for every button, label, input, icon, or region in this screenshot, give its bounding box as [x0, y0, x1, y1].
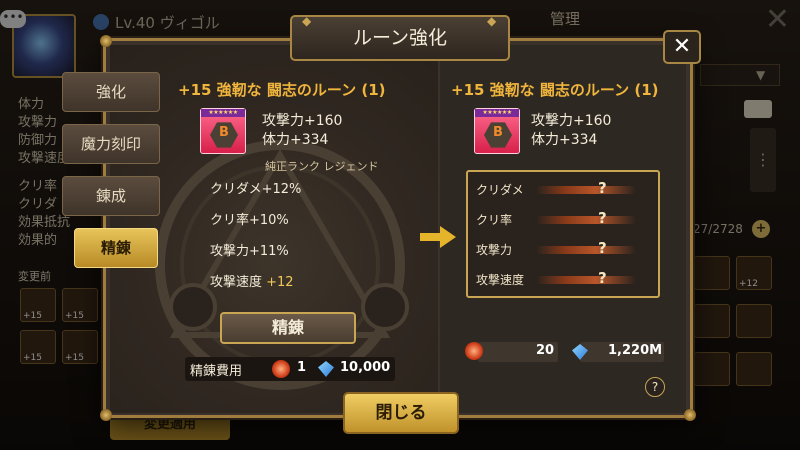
current-rune-title: +15 強靭な 闘志のルーン (1) [178, 81, 386, 99]
result-rune-title: +15 強靭な 闘志のルーン (1) [451, 81, 659, 99]
cost-crystals: 10,000 [340, 360, 391, 375]
diamond-icon: ◆ [487, 14, 497, 28]
unknown-substat-row: クリダメ ? [476, 179, 652, 200]
sub-stat: 攻撃速度 +12 [210, 275, 294, 290]
corner-ornament [100, 35, 112, 47]
close-button[interactable]: 閉じる [343, 392, 459, 434]
star-rating-icon: ★★★★★★ [201, 109, 245, 117]
grindstone-icon [465, 342, 483, 360]
result-main-stat-secondary: 体力+334 [531, 132, 598, 148]
rune-icon: ★★★★★★ [200, 108, 246, 154]
corner-ornament [684, 409, 696, 421]
unknown-substat-row: 攻撃速度 ? [476, 269, 652, 290]
tab-refine[interactable]: 精錬 [74, 228, 158, 268]
owned-stones: 20 [536, 343, 555, 358]
grindstone-icon [272, 360, 290, 378]
arrow-right-icon [420, 226, 456, 248]
unknown-substat-row: クリ率 ? [476, 209, 652, 230]
star-rating-icon: ★★★★★★ [475, 109, 519, 117]
tab-enhance[interactable]: 強化 [62, 72, 160, 112]
sub-stat: 攻撃力+11% [210, 244, 289, 259]
cost-stones: 1 [297, 360, 307, 375]
corner-ornament [100, 409, 112, 421]
sub-stat: クリ率+10% [210, 213, 289, 228]
rune-set-icon [210, 122, 238, 148]
rune-set-icon [484, 122, 512, 148]
sub-stat-highlight: +12 [266, 275, 294, 290]
refine-button[interactable]: 精錬 [220, 312, 356, 344]
rune-grade-label: 純正ランク レジェンド [265, 160, 379, 173]
main-stat-primary: 攻撃力+160 [262, 113, 343, 129]
unknown-substat-row: 攻撃力 ? [476, 239, 652, 260]
modal-close-button[interactable]: ✕ [663, 30, 701, 64]
refine-cost-label: 精錬費用 [190, 364, 243, 379]
modal-title: ルーン強化 [290, 15, 510, 61]
tab-transmute[interactable]: 錬成 [62, 176, 160, 216]
result-main-stat-primary: 攻撃力+160 [531, 113, 612, 129]
diamond-icon: ◆ [302, 14, 312, 28]
sub-stat: クリダメ+12% [210, 182, 302, 197]
main-stat-secondary: 体力+334 [262, 132, 329, 148]
owned-crystals: 1,220M [608, 343, 663, 358]
help-icon[interactable]: ? [645, 377, 665, 397]
rune-icon: ★★★★★★ [474, 108, 520, 154]
tab-engrave[interactable]: 魔力刻印 [62, 124, 160, 164]
